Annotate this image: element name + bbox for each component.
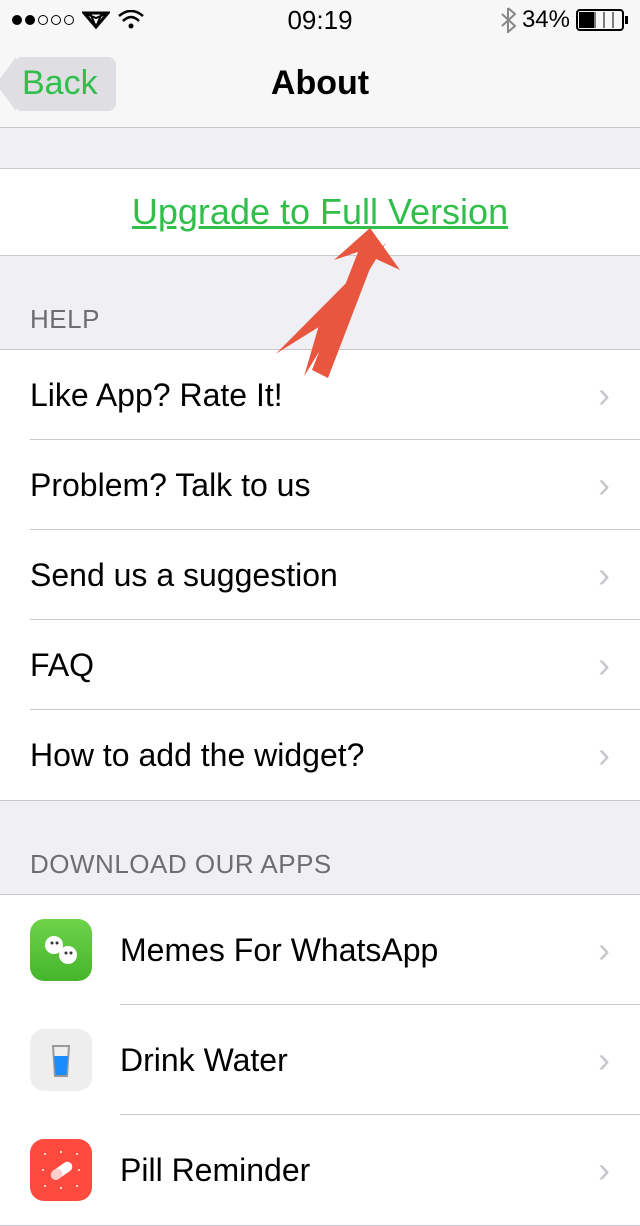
chevron-right-icon: › [598,374,610,416]
help-list: Like App? Rate It! › Problem? Talk to us… [0,349,640,801]
back-button-label: Back [22,64,98,103]
list-item-faq[interactable]: FAQ › [0,620,640,710]
status-left [12,10,144,30]
page-title: About [271,64,369,103]
app-item-label: Pill Reminder [120,1152,598,1189]
chevron-right-icon: › [598,554,610,596]
list-item-label: How to add the widget? [30,737,598,774]
app-icon-memes [30,919,92,981]
wifi-icon [118,10,144,30]
download-section-header: DOWNLOAD OUR APPS [0,801,640,894]
back-button[interactable]: Back [14,57,116,111]
upgrade-section: Upgrade to Full Version [0,168,640,256]
list-item-label: Problem? Talk to us [30,467,598,504]
chevron-right-icon: › [598,644,610,686]
app-item-label: Memes For WhatsApp [120,932,598,969]
list-item-widget[interactable]: How to add the widget? › [0,710,640,800]
help-section-header: HELP [0,256,640,349]
list-item-label: FAQ [30,647,598,684]
signal-strength-icon [12,15,74,25]
content: Upgrade to Full Version HELP Like App? R… [0,168,640,1226]
app-icon-pill [30,1139,92,1201]
status-time: 09:19 [287,5,352,36]
upgrade-link[interactable]: Upgrade to Full Version [132,191,508,232]
list-item-label: Like App? Rate It! [30,377,598,414]
chevron-right-icon: › [598,1039,610,1081]
nav-bar: Back About [0,40,640,128]
app-item-label: Drink Water [120,1042,598,1079]
app-item-memes[interactable]: Memes For WhatsApp › [0,895,640,1005]
list-item-problem[interactable]: Problem? Talk to us › [0,440,640,530]
list-item-suggestion[interactable]: Send us a suggestion › [0,530,640,620]
chevron-right-icon: › [598,464,610,506]
list-item-label: Send us a suggestion [30,557,598,594]
bluetooth-icon [500,7,516,33]
battery-icon [576,9,628,31]
app-item-water[interactable]: Drink Water › [0,1005,640,1115]
list-item-rate[interactable]: Like App? Rate It! › [0,350,640,440]
apps-list: Memes For WhatsApp › Drink Water › Pill … [0,894,640,1226]
status-right: 34% [500,6,628,34]
carrier-icon [82,11,110,29]
status-bar: 09:19 34% [0,0,640,40]
battery-percent: 34% [522,6,570,34]
chevron-right-icon: › [598,1149,610,1191]
chevron-right-icon: › [598,929,610,971]
chevron-right-icon: › [598,734,610,776]
app-icon-water [30,1029,92,1091]
app-item-pill[interactable]: Pill Reminder › [0,1115,640,1225]
